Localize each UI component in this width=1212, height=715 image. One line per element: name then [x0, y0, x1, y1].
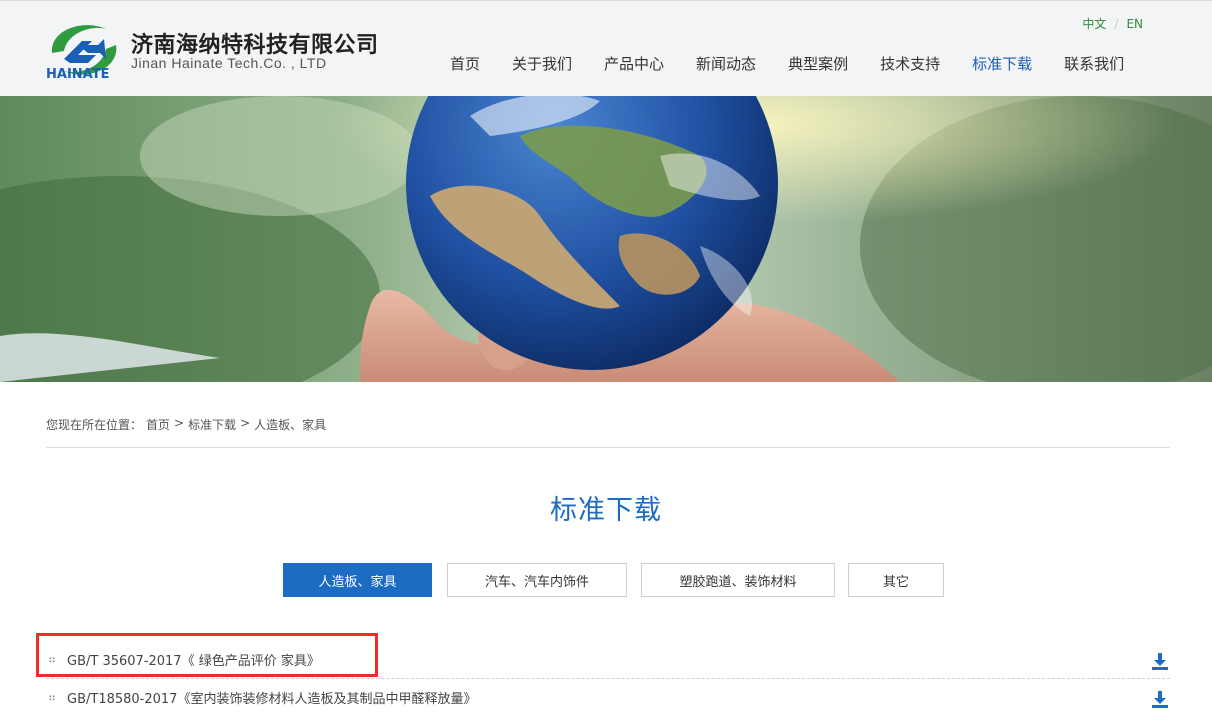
breadcrumb-standards-link[interactable]: 标准下载 [188, 416, 236, 433]
nav-cases[interactable]: 典型案例 [788, 53, 848, 75]
nav-about[interactable]: 关于我们 [512, 53, 572, 75]
nav-support[interactable]: 技术支持 [880, 53, 940, 75]
breadcrumb-current[interactable]: 人造板、家具 [254, 416, 326, 433]
company-name-en: Jinan Hainate Tech.Co. , LTD [131, 55, 327, 71]
grip-dots-icon: ⠶ [48, 691, 57, 704]
breadcrumb-home-link[interactable]: 首页 [146, 416, 170, 433]
breadcrumb-separator: > [174, 416, 185, 430]
language-switcher: 中文 / EN [1082, 15, 1143, 32]
breadcrumb-divider [46, 447, 1170, 448]
tab-wood-furniture[interactable]: 人造板、家具 [283, 563, 432, 597]
nav-news[interactable]: 新闻动态 [696, 53, 756, 75]
breadcrumb: 您现在所在位置： 首页 > 标准下载 > 人造板、家具 [46, 416, 326, 433]
globe-in-hands-image [0, 96, 1212, 382]
download-icon[interactable] [1150, 651, 1170, 671]
nav-products[interactable]: 产品中心 [604, 53, 664, 75]
highlight-annotation-box [36, 633, 378, 677]
document-title[interactable]: GB/T18580-2017《室内装饰装修材料人造板及其制品中甲醛释放量》 [67, 688, 476, 707]
lang-chinese-link[interactable]: 中文 [1082, 15, 1106, 32]
tab-automotive[interactable]: 汽车、汽车内饰件 [447, 563, 627, 597]
nav-standards-download[interactable]: 标准下载 [972, 53, 1032, 75]
lang-english-link[interactable]: EN [1126, 17, 1143, 31]
site-header: HAINATE 济南海纳特科技有限公司 Jinan Hainate Tech.C… [0, 0, 1212, 96]
tab-other[interactable]: 其它 [848, 563, 944, 597]
brand-wordmark: HAINATE [46, 67, 110, 82]
nav-home[interactable]: 首页 [450, 53, 480, 75]
main-nav: 首页 关于我们 产品中心 新闻动态 典型案例 技术支持 标准下载 联系我们 [450, 53, 1124, 75]
list-item[interactable]: ⠶ GB/T18580-2017《室内装饰装修材料人造板及其制品中甲醛释放量》 [46, 679, 1170, 715]
page-title: 标准下载 [550, 495, 662, 526]
tab-track-decoration[interactable]: 塑胶跑道、装饰材料 [641, 563, 835, 597]
lang-separator: / [1114, 16, 1119, 31]
download-icon[interactable] [1150, 689, 1170, 709]
nav-contact[interactable]: 联系我们 [1064, 53, 1124, 75]
breadcrumb-separator: > [240, 416, 251, 430]
breadcrumb-prefix: 您现在所在位置： [46, 418, 143, 432]
hero-banner [0, 96, 1212, 382]
